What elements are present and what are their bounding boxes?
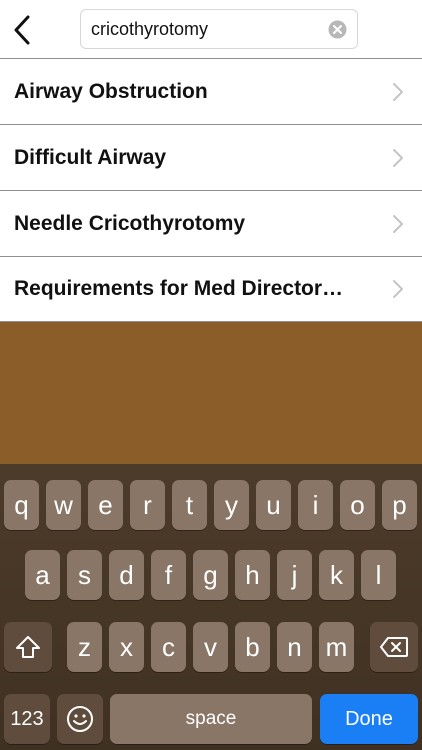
key-z[interactable]: z [67, 622, 102, 672]
back-button[interactable] [8, 12, 36, 48]
result-row[interactable]: Needle Cricothyrotomy [0, 190, 422, 256]
chevron-right-icon [393, 148, 403, 167]
key-j[interactable]: j [277, 550, 312, 600]
key-g[interactable]: g [193, 550, 228, 600]
result-label: Airway Obstruction [14, 79, 208, 103]
chevron-right-icon [393, 82, 403, 101]
header: cricothyrotomy [0, 0, 422, 60]
keyboard: q w e r t y u i o p a s d f g h j k l z … [0, 464, 422, 750]
results-list: Airway Obstruction Difficult Airway Need… [0, 58, 422, 322]
key-r[interactable]: r [130, 480, 165, 530]
shift-key[interactable] [4, 622, 52, 672]
search-field[interactable]: cricothyrotomy [80, 9, 358, 49]
key-k[interactable]: k [319, 550, 354, 600]
delete-key[interactable] [370, 622, 418, 672]
key-p[interactable]: p [382, 480, 417, 530]
key-u[interactable]: u [256, 480, 291, 530]
key-w[interactable]: w [46, 480, 81, 530]
result-row[interactable]: Difficult Airway [0, 124, 422, 190]
key-i[interactable]: i [298, 480, 333, 530]
key-f[interactable]: f [151, 550, 186, 600]
background-area [0, 322, 422, 464]
key-s[interactable]: s [67, 550, 102, 600]
result-label: Needle Cricothyrotomy [14, 211, 246, 235]
emoji-icon [67, 706, 93, 732]
chevron-right-icon [393, 280, 403, 298]
chevron-left-icon [14, 15, 30, 45]
key-c[interactable]: c [151, 622, 186, 672]
result-row[interactable]: Requirements for Med Director… [0, 256, 422, 322]
key-o[interactable]: o [340, 480, 375, 530]
key-a[interactable]: a [25, 550, 60, 600]
chevron-right-icon [393, 214, 403, 233]
key-y[interactable]: y [214, 480, 249, 530]
key-n[interactable]: n [277, 622, 312, 672]
key-t[interactable]: t [172, 480, 207, 530]
done-button[interactable]: Done [320, 694, 418, 744]
space-key[interactable]: space [110, 694, 312, 744]
key-d[interactable]: d [109, 550, 144, 600]
result-label: Requirements for Med Director… [14, 277, 344, 300]
key-m[interactable]: m [319, 622, 354, 672]
result-label: Difficult Airway [14, 145, 167, 169]
key-x[interactable]: x [109, 622, 144, 672]
search-input[interactable]: cricothyrotomy [91, 19, 327, 40]
result-row[interactable]: Airway Obstruction [0, 58, 422, 124]
numbers-key[interactable]: 123 [4, 694, 50, 744]
key-b[interactable]: b [235, 622, 270, 672]
shift-icon [16, 636, 40, 658]
emoji-key[interactable] [57, 694, 103, 744]
key-e[interactable]: e [88, 480, 123, 530]
clear-circle-icon [328, 20, 346, 38]
key-v[interactable]: v [193, 622, 228, 672]
delete-icon [380, 637, 408, 657]
key-q[interactable]: q [4, 480, 39, 530]
key-l[interactable]: l [361, 550, 396, 600]
clear-search-button[interactable] [327, 19, 347, 39]
key-h[interactable]: h [235, 550, 270, 600]
